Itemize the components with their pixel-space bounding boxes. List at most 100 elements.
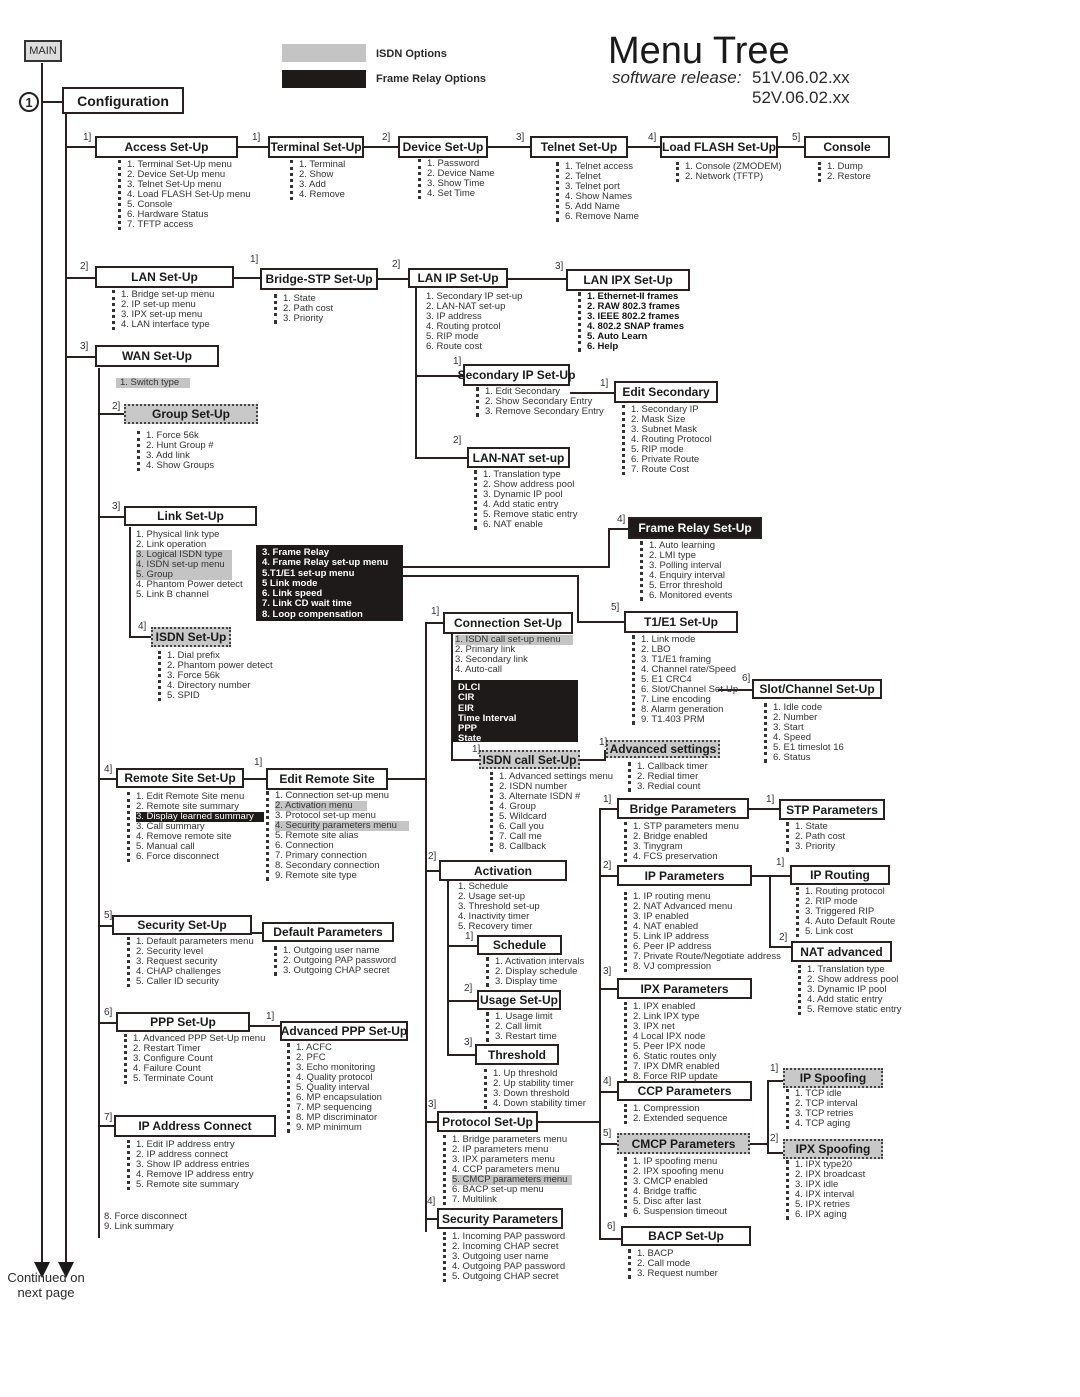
link-node[interactable]: Link Set-Up	[124, 506, 257, 526]
menu-item[interactable]: 6. Force disconnect	[136, 852, 264, 862]
connector-line	[250, 1025, 280, 1027]
menu-item[interactable]: 4. Remove	[299, 190, 345, 200]
menu-item[interactable]: 6. Route cost	[426, 342, 522, 352]
adv-ppp-node[interactable]: Advanced PPP Set-Up	[280, 1021, 408, 1041]
nat-advanced-node[interactable]: NAT advanced	[791, 941, 892, 962]
isdn-call-node[interactable]: ISDN call Set-Up	[479, 750, 580, 769]
menu-item[interactable]: 2. Extended sequence	[633, 1114, 728, 1124]
telnet-node[interactable]: Telnet Set-Up	[530, 136, 628, 158]
slot-channel-node[interactable]: Slot/Channel Set-Up	[752, 679, 882, 699]
advanced-settings-node[interactable]: Advanced settings	[606, 740, 720, 758]
menu-item[interactable]: 6. Monitored events	[649, 591, 732, 601]
menu-item[interactable]: 9. T1.403 PRM	[641, 715, 738, 725]
menu-item[interactable]: 3. Restart time	[495, 1032, 557, 1042]
ipx-params-node[interactable]: IPX Parameters	[617, 978, 752, 999]
security-params-node[interactable]: Security Parameters	[437, 1208, 563, 1229]
menu-item[interactable]: 5. Remote site summary	[136, 1180, 254, 1190]
menu-item[interactable]: 6. NAT enable	[483, 520, 578, 530]
menu-item[interactable]: 9. Link summary	[104, 1222, 187, 1232]
frame-relay-node[interactable]: Frame Relay Set-Up	[628, 517, 762, 539]
menu-item[interactable]: 4. LAN interface type	[121, 320, 214, 330]
ppp-node[interactable]: PPP Set-Up	[116, 1012, 250, 1032]
device-node[interactable]: Device Set-Up	[398, 136, 488, 158]
menu-item[interactable]: 4. FCS preservation	[633, 852, 739, 862]
menu-item[interactable]: 8. VJ compression	[633, 962, 781, 972]
menu-item[interactable]: 8. Loop compensation	[262, 609, 397, 620]
wan-node[interactable]: WAN Set-Up	[95, 345, 219, 367]
menu-item[interactable]: 5. Link cost	[805, 927, 895, 937]
bacp-node[interactable]: BACP Set-Up	[621, 1226, 751, 1246]
configuration-node[interactable]: Configuration	[62, 87, 184, 114]
menu-item[interactable]: 3. Outgoing CHAP secret	[283, 966, 396, 976]
connection-node[interactable]: Connection Set-Up	[443, 612, 573, 634]
isdn-setup-node[interactable]: ISDN Set-Up	[151, 627, 231, 647]
schedule-node[interactable]: Schedule	[477, 935, 562, 955]
terminal-node[interactable]: Terminal Set-Up	[268, 136, 364, 158]
lan-ip-node[interactable]: LAN IP Set-Up	[408, 268, 508, 288]
lan-node[interactable]: LAN Set-Up	[95, 266, 234, 288]
menu-item[interactable]: 5. Caller ID security	[136, 977, 254, 987]
menu-item[interactable]: State	[458, 734, 572, 745]
ip-params-node[interactable]: IP Parameters	[617, 865, 752, 886]
remote-site-node[interactable]: Remote Site Set-Up	[116, 768, 244, 788]
menu-item[interactable]: 5. Remove static entry	[807, 1005, 902, 1015]
menu-item[interactable]: 3. Remove Secondary Entry	[485, 407, 604, 417]
bridge-params-node[interactable]: Bridge Parameters	[617, 798, 749, 819]
threshold-node[interactable]: Threshold	[475, 1044, 559, 1065]
ipx-spoofing-node[interactable]: IPX Spoofing	[783, 1139, 883, 1159]
security-setup-node[interactable]: Security Set-Up	[112, 915, 252, 935]
cmcp-params-node[interactable]: CMCP Parameters	[617, 1133, 750, 1154]
menu-item[interactable]: 6. Help	[587, 342, 684, 352]
menu-item[interactable]: 2. Network (TFTP)	[685, 172, 782, 182]
protocol-node[interactable]: Protocol Set-Up	[437, 1111, 538, 1132]
menu-item[interactable]: 5. Terminate Count	[133, 1074, 265, 1084]
menu-item[interactable]: 9. MP minimum	[296, 1123, 382, 1133]
stp-params-node[interactable]: STP Parameters	[779, 799, 885, 820]
menu-item[interactable]: 3. Redial count	[637, 782, 708, 792]
menu-item[interactable]: 3. Priority	[795, 842, 845, 852]
t1e1-node[interactable]: T1/E1 Set-Up	[624, 611, 738, 633]
menu-item[interactable]: 5. SPID	[167, 691, 273, 701]
menu-item[interactable]: 3. Priority	[283, 314, 333, 324]
menu-item[interactable]: 4. Set Time	[427, 189, 495, 199]
menu-item[interactable]: 8. Callback	[499, 842, 613, 852]
menu-item[interactable]: 6. Status	[773, 753, 844, 763]
activation-node[interactable]: Activation	[439, 860, 567, 881]
menu-item[interactable]: 7. Multilink	[452, 1195, 572, 1205]
menu-item[interactable]: 9. Remote site type	[275, 871, 409, 881]
bridge-stp-node[interactable]: Bridge-STP Set-Up	[260, 268, 378, 290]
menu-item[interactable]: CIR	[458, 692, 572, 703]
menu-item[interactable]: 5. Link B channel	[136, 590, 243, 600]
edit-secondary-node[interactable]: Edit Secondary	[614, 381, 718, 403]
access-node[interactable]: Access Set-Up	[95, 136, 238, 158]
ip-addr-connect-node[interactable]: IP Address Connect	[114, 1115, 276, 1137]
usage-node[interactable]: Usage Set-Up	[477, 990, 561, 1010]
menu-item[interactable]: 2. Restore	[827, 172, 871, 182]
menu-item[interactable]: 3. Display time	[495, 977, 584, 987]
menu-item[interactable]: 4. Show Groups	[146, 461, 214, 471]
menu-item[interactable]: 5. Outgoing CHAP secret	[452, 1272, 565, 1282]
default-params-node[interactable]: Default Parameters	[262, 922, 394, 942]
edit-remote-node[interactable]: Edit Remote Site	[266, 768, 388, 790]
ip-spoofing-node[interactable]: IP Spoofing	[783, 1068, 883, 1088]
menu-item[interactable]: 7. Route Cost	[631, 465, 712, 475]
menu-item[interactable]: 4. Down stability timer	[493, 1099, 586, 1109]
menu-item[interactable]: DLCI	[458, 682, 572, 693]
console-node[interactable]: Console	[804, 136, 890, 158]
main-node[interactable]: MAIN	[24, 40, 62, 62]
lan-nat-node[interactable]: LAN-NAT set-up	[467, 447, 570, 468]
group-node[interactable]: Group Set-Up	[124, 404, 258, 424]
menu-item[interactable]: 7. TFTP access	[127, 220, 251, 230]
menu-item[interactable]: 4. TCP aging	[795, 1119, 857, 1129]
menu-item[interactable]: 6. Remove Name	[565, 212, 639, 222]
menu-item[interactable]: 6. Suspension timeout	[633, 1207, 727, 1217]
switch-type-item[interactable]: 1. Switch type	[116, 378, 190, 388]
ccp-params-node[interactable]: CCP Parameters	[617, 1081, 752, 1101]
lan-ipx-node[interactable]: LAN IPX Set-Up	[566, 269, 690, 291]
ip-routing-node[interactable]: IP Routing	[790, 865, 890, 885]
menu-item[interactable]: 3. Request number	[637, 1269, 718, 1279]
menu-item[interactable]: 4. Auto-call	[455, 665, 573, 675]
menu-item[interactable]: 6. IPX aging	[795, 1210, 865, 1220]
flash-node[interactable]: Load FLASH Set-Up	[660, 136, 778, 158]
secondary-ip-node[interactable]: Secondary IP Set-Up	[458, 364, 575, 386]
